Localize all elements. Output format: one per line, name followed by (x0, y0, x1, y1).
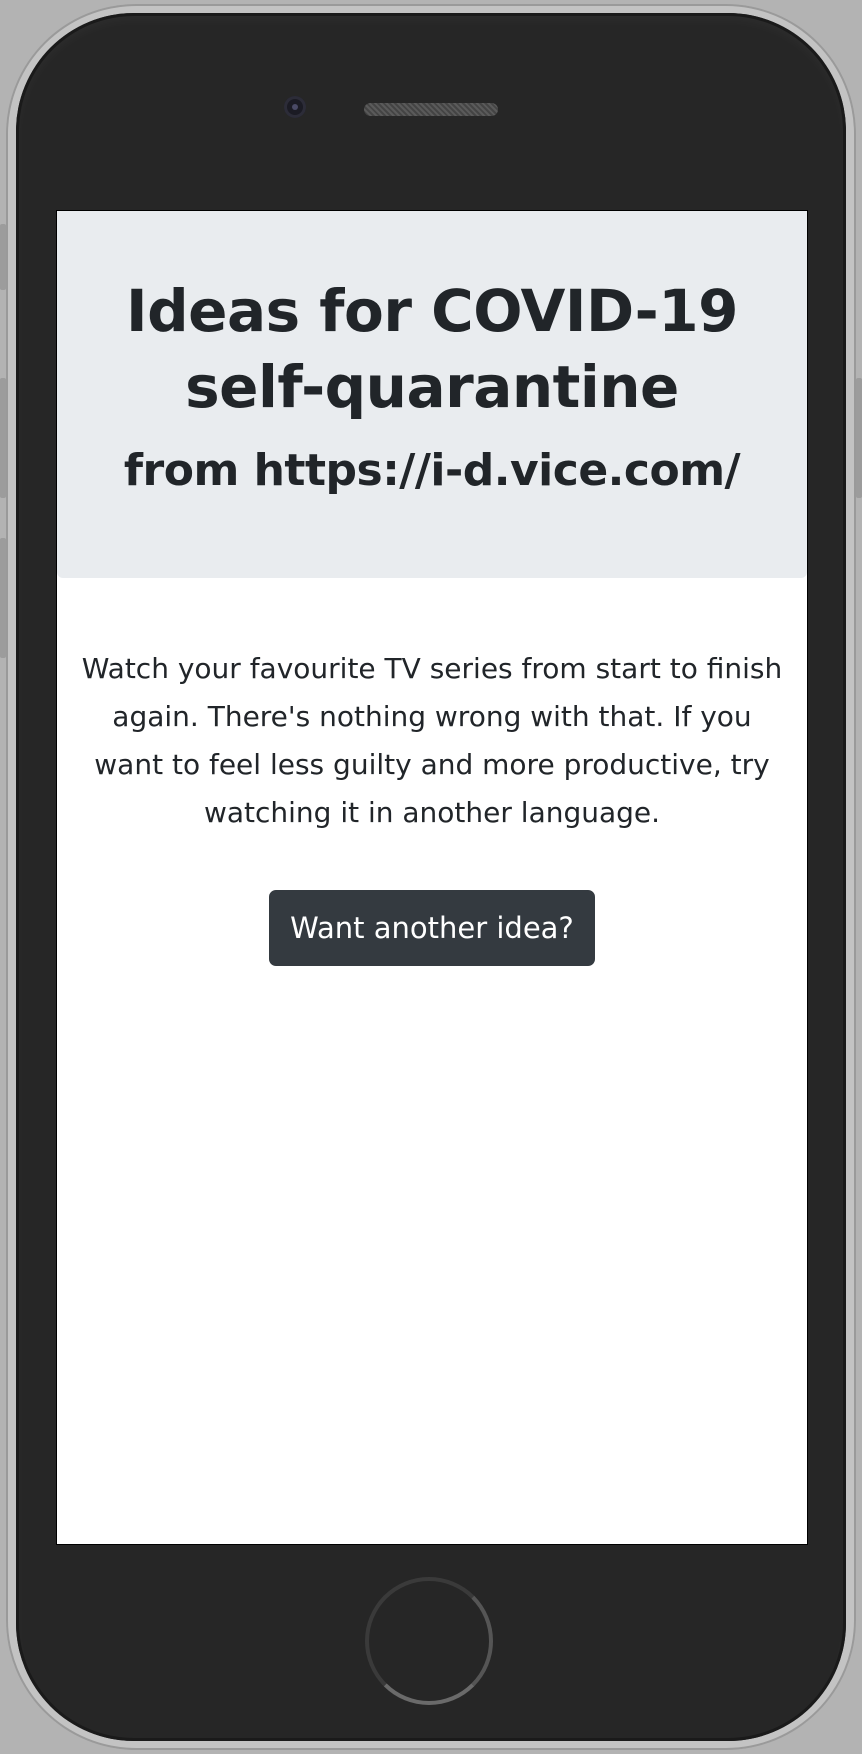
header-jumbotron: Ideas for COVID-19 self-quarantine from … (57, 211, 807, 578)
idea-text: Watch your favourite TV series from star… (81, 652, 783, 829)
volume-down-button (0, 538, 6, 658)
front-camera-icon (284, 96, 306, 118)
power-button (856, 378, 862, 498)
page-title-line-2: self-quarantine (185, 353, 679, 421)
another-idea-button[interactable]: Want another idea? (269, 890, 595, 966)
source-subtitle: from https://i-d.vice.com/ (123, 445, 741, 496)
volume-up-button (0, 378, 6, 498)
page-title: Ideas for COVID-19 self-quarantine (57, 273, 807, 425)
speaker-grille-icon (364, 103, 498, 116)
page-title-line-1: Ideas for COVID-19 (126, 277, 738, 345)
home-button-icon[interactable] (365, 1577, 493, 1705)
screen: Ideas for COVID-19 self-quarantine from … (56, 210, 808, 1545)
silent-switch (0, 224, 6, 290)
